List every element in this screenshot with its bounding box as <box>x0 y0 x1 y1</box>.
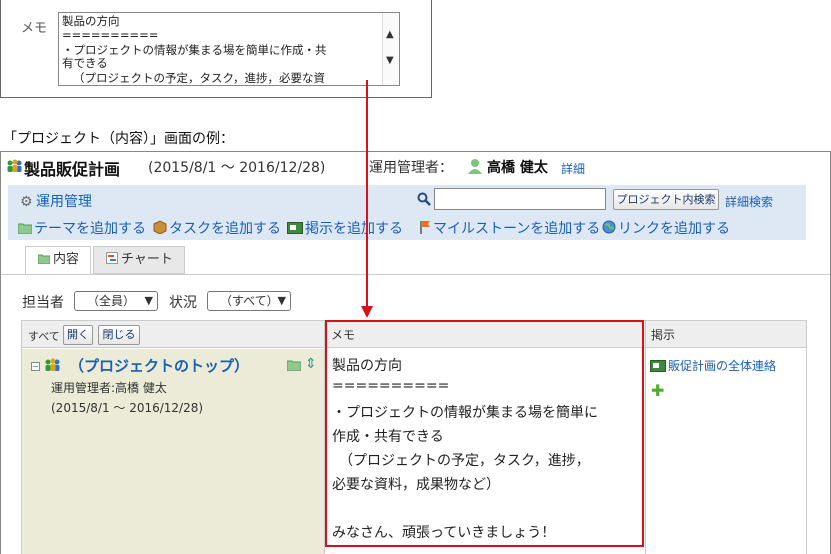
scroll-down-icon[interactable]: ▼ <box>386 56 394 66</box>
user-icon <box>468 159 482 174</box>
project-top-link[interactable]: （プロジェクトのトップ） <box>69 355 249 376</box>
table-border <box>21 320 22 554</box>
memo-highlight-box <box>325 320 644 547</box>
memo-scrollbar[interactable]: ▲ ▼ <box>382 13 399 85</box>
add-link-label: リンクを追加する <box>618 221 730 237</box>
project-people-icon <box>45 358 60 371</box>
annotation-arrow <box>366 80 368 308</box>
status-select[interactable]: （すべて） ▼ <box>207 291 291 311</box>
memo-text-line: （プロジェクトの予定，タスク，進捗，必要な資 <box>73 71 325 85</box>
memo-text-line: 製品の方向 <box>62 14 120 28</box>
add-milestone-label: マイルストーンを追加する <box>433 221 601 237</box>
tab-chart[interactable]: チャート <box>93 246 185 274</box>
annotation-arrow-head <box>361 306 373 318</box>
folder-icon[interactable] <box>287 359 301 371</box>
add-theme-label: テーマを追加する <box>34 221 146 237</box>
admin-label: 運用管理者： <box>369 160 453 176</box>
add-task-link[interactable]: タスクを追加する <box>153 218 281 238</box>
detail-link[interactable]: 詳細 <box>561 160 585 177</box>
column-divider <box>645 320 646 554</box>
memo-text-line: 有できる <box>62 56 108 70</box>
assignee-filter-label: 担当者 <box>22 295 64 311</box>
add-theme-link[interactable]: テーマを追加する <box>18 218 146 238</box>
chevron-down-icon: ▼ <box>277 294 286 307</box>
project-search-button[interactable]: プロジェクト内検索 <box>613 189 719 210</box>
assignee-select[interactable]: （全員） ▼ <box>74 291 158 311</box>
project-toolbar: ⚙ 運用管理 プロジェクト内検索 詳細検索 テーマを追加する タスクを追加する … <box>8 185 806 240</box>
assignee-select-value: （全員） <box>87 294 136 308</box>
project-dates: (2015/8/1 ～ 2016/12/28) <box>148 160 326 176</box>
memo-text-line: ・プロジェクトの情報が集まる場を簡単に作成・共 <box>62 43 327 57</box>
add-board-link[interactable]: 掲示を追加する <box>287 218 403 238</box>
search-input[interactable] <box>434 188 606 210</box>
tab-chart-label: チャート <box>121 252 173 267</box>
management-link[interactable]: 運用管理 <box>36 191 92 211</box>
tab-content-label: 内容 <box>53 252 80 267</box>
tree-admin: 運用管理者:高橋 健太 <box>51 381 167 395</box>
tree-toggle[interactable]: − <box>31 362 40 371</box>
task-box-icon <box>153 220 167 234</box>
add-milestone-link[interactable]: マイルストーンを追加する <box>419 218 600 238</box>
sort-arrows-icon[interactable]: ⇕ <box>305 356 317 372</box>
status-filter-label: 状況 <box>169 295 197 311</box>
memo-text-line: ========== <box>62 28 159 42</box>
status-select-value: （すべて） <box>220 294 279 308</box>
chart-icon <box>106 252 118 264</box>
board-icon <box>650 360 666 372</box>
example-caption: 「プロジェクト（内容）」画面の例： <box>3 131 234 147</box>
project-title: 製品販促計画 <box>24 160 121 179</box>
flag-icon <box>420 221 430 234</box>
search-icon <box>417 192 431 206</box>
expand-all-button[interactable]: 開く <box>63 325 93 345</box>
add-link-link[interactable]: リンクを追加する <box>602 218 730 238</box>
add-plus-icon[interactable]: ✚ <box>651 381 664 400</box>
advanced-search-link[interactable]: 詳細検索 <box>725 193 773 210</box>
tree-cell: − （プロジェクトのトップ） ⇕ 運用管理者:高橋 健太 (2015/8/1 ～… <box>22 349 324 554</box>
tab-divider <box>1 274 830 275</box>
board-column-header: 掲示 <box>651 328 676 342</box>
globe-icon <box>602 220 616 234</box>
folder-icon <box>18 223 32 234</box>
tree-dates: (2015/8/1 ～ 2016/12/28) <box>51 401 204 415</box>
project-people-icon <box>7 159 22 172</box>
memo-textarea[interactable]: 製品の方向 ========== ・プロジェクトの情報が集まる場を簡単に作成・共… <box>58 12 400 86</box>
add-task-label: タスクを追加する <box>169 221 281 237</box>
tab-content[interactable]: 内容 <box>25 246 91 274</box>
all-label: すべて <box>28 330 60 343</box>
table-border <box>806 320 807 554</box>
scroll-up-icon[interactable]: ▲ <box>386 30 394 40</box>
gear-icon: ⚙ <box>20 194 33 210</box>
chevron-down-icon: ▼ <box>144 294 153 307</box>
add-board-label: 掲示を追加する <box>305 221 403 237</box>
board-cell: 販促計画の全体連絡 ✚ <box>646 349 806 554</box>
board-item-link[interactable]: 販促計画の全体連絡 <box>668 357 776 374</box>
memo-label: メモ <box>21 21 48 36</box>
project-header: 製品販促計画 (2015/8/1 ～ 2016/12/28) 運用管理者： 高橋… <box>1 152 830 182</box>
board-icon <box>287 222 303 234</box>
collapse-all-button[interactable]: 閉じる <box>98 325 140 345</box>
admin-name[interactable]: 高橋 健太 <box>487 157 548 177</box>
folder-icon <box>37 254 51 265</box>
